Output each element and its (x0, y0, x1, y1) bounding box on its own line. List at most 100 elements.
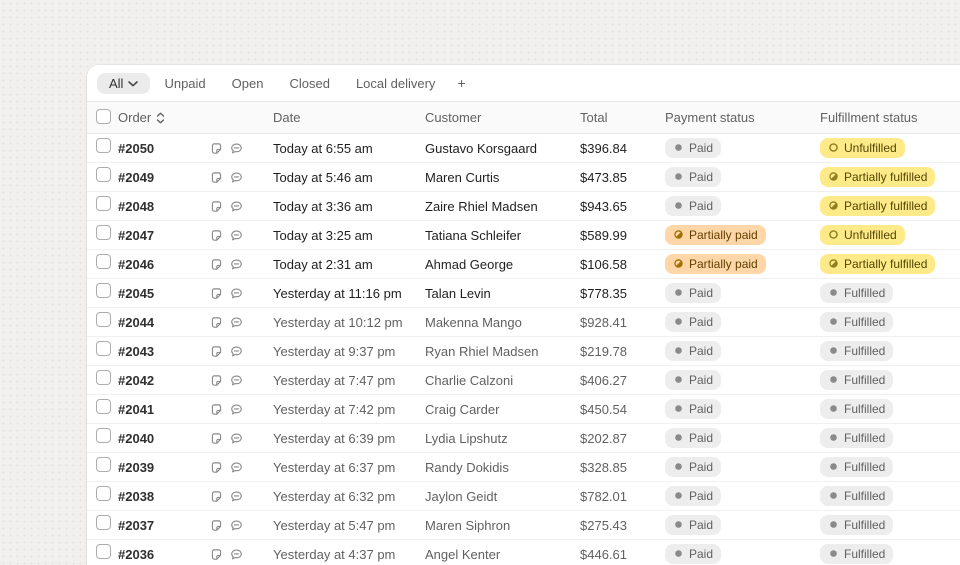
sort-icon[interactable] (156, 112, 165, 124)
status-filled-circle-icon (673, 345, 684, 356)
payment-status-label: Paid (689, 519, 713, 531)
comment-icon (230, 229, 243, 242)
fulfillment-status-badge: Partially fulfilled (820, 167, 935, 187)
note-icon (210, 490, 223, 503)
payment-status-label: Paid (689, 287, 713, 299)
table-row[interactable]: #2049Today at 5:46 amMaren Curtis$473.85… (87, 163, 960, 192)
note-icon (210, 200, 223, 213)
status-filled-circle-icon (673, 171, 684, 182)
row-checkbox[interactable] (96, 312, 111, 327)
order-date: Today at 6:55 am (273, 141, 425, 156)
status-filled-circle-icon (673, 374, 684, 385)
fulfillment-status-badge: Fulfilled (820, 486, 893, 506)
note-icon (210, 374, 223, 387)
add-view-button[interactable]: + (449, 72, 473, 94)
fulfillment-status-label: Partially fulfilled (844, 258, 927, 270)
table-row[interactable]: #2040Yesterday at 6:39 pmLydia Lipshutz$… (87, 424, 960, 453)
order-total: $589.99 (580, 228, 665, 243)
tab-all[interactable]: All (97, 73, 150, 94)
fulfillment-status-badge: Fulfilled (820, 283, 893, 303)
table-row[interactable]: #2042Yesterday at 7:47 pmCharlie Calzoni… (87, 366, 960, 395)
payment-status-label: Paid (689, 316, 713, 328)
fulfillment-status-label: Fulfilled (844, 316, 885, 328)
order-date: Yesterday at 7:47 pm (273, 373, 425, 388)
comment-icon (230, 490, 243, 503)
order-total: $396.84 (580, 141, 665, 156)
table-row[interactable]: #2038Yesterday at 6:32 pmJaylon Geidt$78… (87, 482, 960, 511)
customer-name: Talan Levin (425, 286, 580, 301)
row-checkbox[interactable] (96, 486, 111, 501)
status-filled-circle-icon (828, 287, 839, 298)
fulfillment-status-badge: Fulfilled (820, 428, 893, 448)
status-filled-circle-icon (673, 403, 684, 414)
order-number: #2040 (118, 431, 210, 446)
table-row[interactable]: #2036Yesterday at 4:37 pmAngel Kenter$44… (87, 540, 960, 565)
order-total: $275.43 (580, 518, 665, 533)
table-row[interactable]: #2037Yesterday at 5:47 pmMaren Siphron$2… (87, 511, 960, 540)
column-header-order[interactable]: Order (118, 110, 151, 125)
chevron-down-icon (128, 81, 138, 87)
comment-icon (230, 287, 243, 300)
row-checkbox[interactable] (96, 370, 111, 385)
row-checkbox[interactable] (96, 399, 111, 414)
payment-status-badge: Paid (665, 399, 721, 419)
table-row[interactable]: #2044Yesterday at 10:12 pmMakenna Mango$… (87, 308, 960, 337)
order-number: #2038 (118, 489, 210, 504)
customer-name: Tatiana Schleifer (425, 228, 580, 243)
note-icon (210, 258, 223, 271)
note-icon (210, 316, 223, 329)
order-date: Today at 5:46 am (273, 170, 425, 185)
note-icon (210, 142, 223, 155)
fulfillment-status-badge: Fulfilled (820, 312, 893, 332)
status-filled-circle-icon (673, 490, 684, 501)
table-row[interactable]: #2039Yesterday at 6:37 pmRandy Dokidis$3… (87, 453, 960, 482)
note-icon (210, 403, 223, 416)
row-checkbox[interactable] (96, 283, 111, 298)
status-filled-circle-icon (828, 519, 839, 530)
note-icon (210, 432, 223, 445)
table-row[interactable]: #2047Today at 3:25 amTatiana Schleifer$5… (87, 221, 960, 250)
tab-unpaid[interactable]: Unpaid (152, 73, 217, 94)
order-date: Yesterday at 5:47 pm (273, 518, 425, 533)
status-open-circle-icon (828, 229, 839, 240)
status-filled-circle-icon (673, 200, 684, 211)
note-icon (210, 461, 223, 474)
order-number: #2046 (118, 257, 210, 272)
fulfillment-status-badge: Fulfilled (820, 544, 893, 564)
customer-name: Randy Dokidis (425, 460, 580, 475)
row-checkbox[interactable] (96, 196, 111, 211)
row-checkbox[interactable] (96, 515, 111, 530)
row-checkbox[interactable] (96, 544, 111, 559)
payment-status-label: Paid (689, 345, 713, 357)
row-checkbox[interactable] (96, 138, 111, 153)
table-row[interactable]: #2048Today at 3:36 amZaire Rhiel Madsen$… (87, 192, 960, 221)
row-checkbox[interactable] (96, 457, 111, 472)
row-checkbox[interactable] (96, 254, 111, 269)
table-row[interactable]: #2043Yesterday at 9:37 pmRyan Rhiel Mads… (87, 337, 960, 366)
payment-status-badge: Paid (665, 283, 721, 303)
row-checkbox[interactable] (96, 428, 111, 443)
fulfillment-status-badge: Fulfilled (820, 370, 893, 390)
tab-local-delivery[interactable]: Local delivery (344, 73, 448, 94)
order-total: $943.65 (580, 199, 665, 214)
table-row[interactable]: #2050Today at 6:55 amGustavo Korsgaard$3… (87, 134, 960, 163)
table-row[interactable]: #2045Yesterday at 11:16 pmTalan Levin$77… (87, 279, 960, 308)
payment-status-badge: Paid (665, 515, 721, 535)
select-all-checkbox[interactable] (96, 109, 111, 124)
fulfillment-status-label: Unfulfilled (844, 229, 897, 241)
row-checkbox[interactable] (96, 341, 111, 356)
order-total: $778.35 (580, 286, 665, 301)
order-date: Today at 2:31 am (273, 257, 425, 272)
fulfillment-status-label: Fulfilled (844, 548, 885, 560)
payment-status-label: Paid (689, 490, 713, 502)
tab-closed[interactable]: Closed (277, 73, 341, 94)
comment-icon (230, 519, 243, 532)
table-row[interactable]: #2046Today at 2:31 amAhmad George$106.58… (87, 250, 960, 279)
customer-name: Lydia Lipshutz (425, 431, 580, 446)
order-number: #2045 (118, 286, 210, 301)
table-row[interactable]: #2041Yesterday at 7:42 pmCraig Carder$45… (87, 395, 960, 424)
status-filled-circle-icon (673, 432, 684, 443)
row-checkbox[interactable] (96, 167, 111, 182)
tab-open[interactable]: Open (220, 73, 276, 94)
row-checkbox[interactable] (96, 225, 111, 240)
